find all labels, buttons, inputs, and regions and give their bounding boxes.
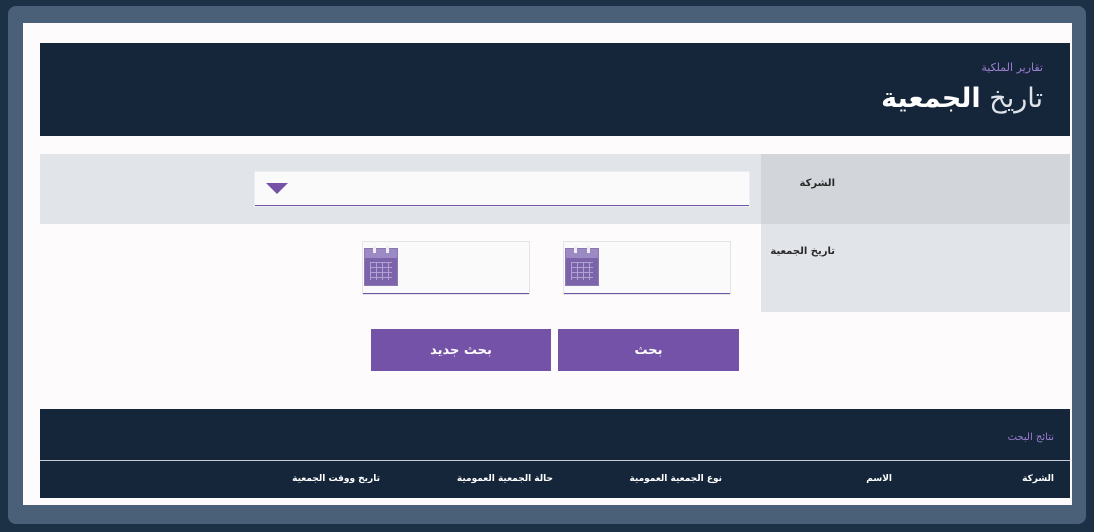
page-title: تاريخ الجمعية bbox=[881, 83, 1043, 114]
column-header-company[interactable]: الشركة bbox=[1022, 474, 1054, 484]
caret-down-icon[interactable] bbox=[266, 183, 288, 194]
page-title-light: تاريخ bbox=[989, 83, 1043, 114]
column-header-assembly-status[interactable]: حالة الجمعية العمومية bbox=[457, 474, 553, 484]
company-label-cell: الشركة bbox=[761, 154, 1070, 224]
company-select[interactable] bbox=[255, 172, 749, 206]
results-title: نتائج البحث bbox=[1007, 432, 1054, 443]
page-header: تقارير الملكية تاريخ الجمعية bbox=[40, 43, 1070, 136]
search-button[interactable]: بحث bbox=[558, 329, 739, 371]
date-to-field[interactable] bbox=[363, 242, 529, 294]
date-label-cell: تاريخ الجمعية bbox=[761, 224, 1070, 312]
column-header-assembly-datetime[interactable]: تاريخ ووقت الجمعية bbox=[292, 474, 380, 484]
column-header-name[interactable]: الاسم bbox=[866, 474, 892, 484]
date-from-field[interactable] bbox=[564, 242, 730, 294]
new-search-button[interactable]: بحث جديد bbox=[371, 329, 551, 371]
company-label: الشركة bbox=[799, 178, 835, 189]
calendar-icon[interactable] bbox=[565, 246, 599, 286]
page-title-bold: الجمعية bbox=[881, 83, 981, 114]
date-label: تاريخ الجمعية bbox=[770, 246, 835, 257]
breadcrumb[interactable]: تقارير الملكية bbox=[981, 61, 1043, 74]
date-row: تاريخ الجمعية bbox=[40, 224, 1070, 312]
results-divider bbox=[40, 460, 1070, 461]
calendar-icon[interactable] bbox=[364, 246, 398, 286]
column-header-assembly-type[interactable]: نوع الجمعية العمومية bbox=[629, 474, 722, 484]
results-panel: نتائج البحث الشركة الاسم نوع الجمعية الع… bbox=[40, 409, 1070, 498]
